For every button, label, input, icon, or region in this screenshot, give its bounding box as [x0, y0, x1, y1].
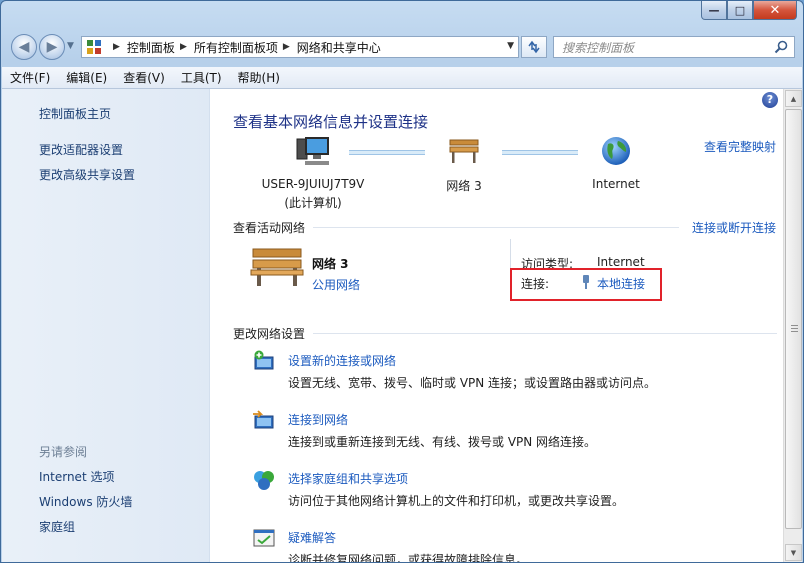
access-type-value: Internet	[597, 255, 645, 269]
search-input[interactable]: 搜索控制面板	[553, 36, 795, 58]
menu-bar: 文件(F) 编辑(E) 查看(V) 工具(T) 帮助(H)	[2, 67, 802, 89]
homegroup-sharing-link[interactable]: 选择家庭组和共享选项	[288, 470, 408, 487]
highlight-box	[510, 268, 662, 301]
navigation-bar: ◀ ▶ ▼ ▶ 控制面板 ▶ 所有控制面板项 ▶ 网络和共享中心 ▼ 搜索控制面…	[9, 32, 795, 62]
address-history-dropdown[interactable]: ▼	[507, 41, 514, 51]
change-settings-title: 更改网络设置	[233, 327, 306, 341]
scroll-up-button[interactable]: ▲	[785, 90, 802, 107]
scroll-down-button[interactable]: ▼	[785, 544, 802, 561]
address-bar[interactable]: ▶ 控制面板 ▶ 所有控制面板项 ▶ 网络和共享中心 ▼	[81, 36, 519, 58]
connection-line	[349, 150, 425, 155]
forward-arrow-icon: ▶	[46, 39, 58, 55]
active-network-name: 网络 3	[312, 257, 349, 271]
page-title: 查看基本网络信息并设置连接	[233, 113, 429, 131]
troubleshoot-link[interactable]: 疑难解答	[288, 529, 336, 546]
breadcrumb-separator: ▶	[282, 42, 290, 52]
refresh-button[interactable]	[521, 36, 547, 58]
scroll-thumb[interactable]	[785, 109, 802, 529]
breadcrumb-control-panel[interactable]: 控制面板	[127, 39, 175, 56]
troubleshoot-desc: 诊断并修复网络问题，或获得故障排除信息。	[288, 553, 529, 563]
computer-icon	[296, 137, 329, 165]
sidebar-link-internet-options[interactable]: Internet 选项	[39, 468, 114, 485]
sidebar: 控制面板主页 更改适配器设置 更改高级共享设置 另请参阅 Internet 选项…	[2, 89, 210, 562]
caption-buttons: — □ ✕	[701, 1, 797, 20]
help-icon[interactable]: ?	[762, 92, 778, 108]
connect-network-icon	[253, 410, 274, 429]
control-panel-icon	[87, 40, 101, 54]
minimize-button[interactable]: —	[701, 1, 727, 20]
homegroup-sharing-desc: 访问位于其他网络计算机上的文件和打印机，或更改共享设置。	[288, 494, 625, 508]
computer-name-label: USER-9JUIUJ7T9V	[261, 177, 365, 191]
bench-icon	[449, 139, 479, 163]
sidebar-link-advanced-sharing[interactable]: 更改高级共享设置	[39, 166, 135, 183]
scroll-grip-icon	[791, 325, 798, 332]
menu-edit[interactable]: 编辑(E)	[66, 69, 107, 86]
search-icon	[774, 40, 788, 54]
connect-disconnect-link[interactable]: 连接或断开连接	[692, 219, 776, 236]
connect-to-network-desc: 连接到或重新连接到无线、有线、拨号或 VPN 网络连接。	[288, 435, 597, 449]
sidebar-link-windows-firewall[interactable]: Windows 防火墙	[39, 493, 132, 510]
network-type-link[interactable]: 公用网络	[312, 276, 360, 293]
menu-help[interactable]: 帮助(H)	[238, 69, 280, 86]
see-also-header: 另请参阅	[39, 445, 88, 459]
view-full-map-link[interactable]: 查看完整映射	[704, 138, 776, 155]
breadcrumb-all-items[interactable]: 所有控制面板项	[194, 39, 278, 56]
breadcrumb-separator: ▶	[113, 42, 120, 52]
setup-new-connection-link[interactable]: 设置新的连接或网络	[288, 352, 396, 369]
maximize-button[interactable]: □	[727, 1, 753, 20]
recent-pages-dropdown[interactable]: ▼	[67, 41, 74, 51]
content-area: 控制面板主页 更改适配器设置 更改高级共享设置 另请参阅 Internet 选项…	[2, 89, 802, 562]
computer-sub-label: (此计算机)	[284, 196, 342, 210]
sidebar-link-adapter-settings[interactable]: 更改适配器设置	[39, 141, 123, 158]
main-panel: ? 查看基本网络信息并设置连接 查看完整映射 USER-9JUIUJ7T9V (…	[211, 89, 782, 562]
homegroup-icon	[254, 471, 274, 490]
connection-line	[502, 150, 578, 155]
network-node-label: 网络 3	[446, 179, 482, 193]
breadcrumb-network-center[interactable]: 网络和共享中心	[297, 39, 381, 56]
vertical-scrollbar[interactable]: ▲ ▼	[783, 89, 802, 562]
back-button[interactable]: ◀	[11, 34, 37, 60]
close-button[interactable]: ✕	[753, 1, 797, 20]
new-connection-icon	[254, 350, 274, 370]
sidebar-link-control-panel-home[interactable]: 控制面板主页	[39, 105, 111, 122]
sidebar-link-homegroup[interactable]: 家庭组	[39, 518, 75, 535]
menu-file[interactable]: 文件(F)	[10, 69, 50, 86]
explorer-window: — □ ✕ ◀ ▶ ▼ ▶ 控制面板 ▶ 所有控制面板项 ▶ 网络和共享中心 ▼	[0, 0, 804, 563]
internet-node-label: Internet	[592, 177, 640, 191]
refresh-icon	[528, 40, 540, 54]
search-placeholder: 搜索控制面板	[562, 40, 635, 55]
forward-button[interactable]: ▶	[39, 34, 65, 60]
public-network-bench-icon	[250, 248, 304, 286]
active-networks-title: 查看活动网络	[233, 221, 306, 235]
section-divider	[313, 227, 679, 228]
menu-view[interactable]: 查看(V)	[123, 69, 165, 86]
breadcrumb-separator: ▶	[179, 42, 187, 52]
section-divider	[313, 333, 777, 334]
internet-globe-icon	[602, 137, 630, 165]
troubleshoot-icon	[253, 529, 275, 547]
back-arrow-icon: ◀	[18, 39, 30, 55]
connect-to-network-link[interactable]: 连接到网络	[288, 411, 348, 428]
setup-new-connection-desc: 设置无线、宽带、拨号、临时或 VPN 连接；或设置路由器或访问点。	[288, 376, 657, 390]
menu-tools[interactable]: 工具(T)	[181, 69, 222, 86]
